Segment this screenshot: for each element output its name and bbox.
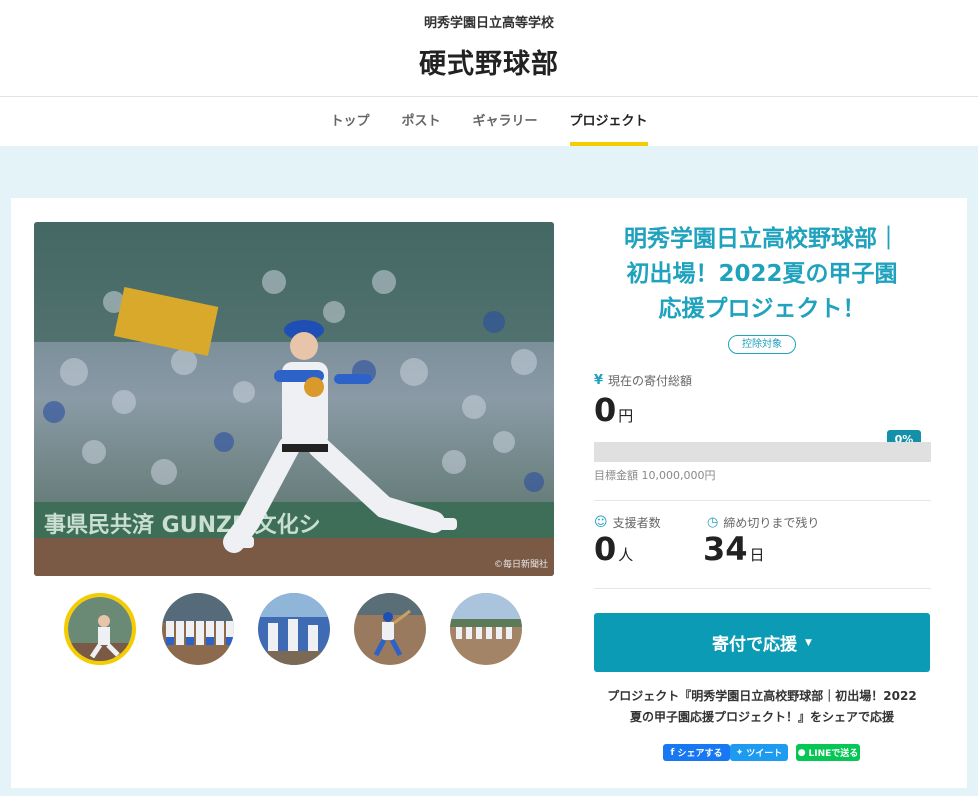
amount-unit: 円 <box>618 407 634 425</box>
target-amount: 目標金額 10,000,000円 <box>594 469 716 482</box>
divider <box>594 588 931 589</box>
caret-down-icon: ▼ <box>805 637 812 648</box>
thumbnail-1[interactable] <box>64 593 136 665</box>
facebook-icon: f <box>670 747 675 758</box>
thumbnail-5[interactable] <box>450 593 522 665</box>
tab-post-label: ポスト <box>401 114 441 129</box>
main-photo[interactable]: 事県民共済 GUNZE 文化シ ©毎日新聞社 <box>34 222 554 576</box>
line-icon: ● <box>797 747 806 758</box>
deadline-unit: 日 <box>749 546 765 564</box>
supporters-label: 支援者数 <box>612 516 661 530</box>
photo-thumbnails <box>64 593 534 665</box>
donate-button-label: 寄付で応援 <box>712 635 798 655</box>
deadline-number: 34 <box>703 530 748 568</box>
tab-post[interactable]: ポスト <box>385 98 456 146</box>
thumbnail-3-image <box>258 593 330 665</box>
tab-gallery-label: ギャラリー <box>472 114 538 129</box>
school-name[interactable]: 明秀学園日立高等学校 <box>0 12 978 31</box>
supporters-value: 0人 <box>594 530 633 568</box>
twitter-icon: ✦ <box>735 747 744 758</box>
line-share-button[interactable]: ● LINEで送る <box>796 744 860 761</box>
yen-icon: ¥ <box>594 373 604 388</box>
club-name[interactable]: 硬式野球部 <box>0 42 978 81</box>
clock-icon: ◷ <box>707 515 719 530</box>
thumbnail-3[interactable] <box>258 593 330 665</box>
thumbnail-2-image <box>162 593 234 665</box>
amount-value: 0円 <box>594 391 633 429</box>
deadline-label-row: ◷ 締め切りまで残り <box>707 514 819 531</box>
tab-top-label: トップ <box>330 114 370 129</box>
project-title: 明秀学園日立高校野球部｜ 初出場！2022夏の甲子園 応援プロジェクト！ <box>594 222 930 327</box>
deadline-label: 締め切りまで残り <box>723 516 820 530</box>
amount-label-row: ¥ 現在の寄付総額 <box>594 372 692 389</box>
share-prompt: プロジェクト『明秀学園日立高校野球部｜初出場！2022 夏の甲子園応援プロジェク… <box>594 686 930 728</box>
site-header: 明秀学園日立高等学校 硬式野球部 <box>0 0 978 97</box>
project-title-line-2: 初出場！2022夏の甲子園 <box>626 261 898 287</box>
donate-button[interactable]: 寄付で応援 ▼ <box>594 613 930 672</box>
svg-text:事県民共済 GUNZE 文化シ: 事県民共済 GUNZE 文化シ <box>44 512 321 538</box>
tab-project[interactable]: プロジェクト <box>554 98 664 146</box>
supporters-number: 0 <box>594 530 617 568</box>
pitcher-photo-image: 事県民共済 GUNZE 文化シ <box>34 222 554 576</box>
thumbnail-1-image <box>68 597 132 661</box>
person-icon: ☺ <box>594 515 608 530</box>
tax-deduction-badge: 控除対象 <box>728 335 796 354</box>
thumbnail-4[interactable] <box>354 593 426 665</box>
share-prompt-line-1: プロジェクト『明秀学園日立高校野球部｜初出場！2022 <box>607 689 917 703</box>
divider <box>594 500 931 501</box>
supporters-label-row: ☺ 支援者数 <box>594 514 661 531</box>
project-title-line-3: 応援プロジェクト！ <box>658 296 866 322</box>
facebook-share-label: シェアする <box>677 749 723 759</box>
main-nav: トップ ポスト ギャラリー プロジェクト <box>0 98 978 146</box>
amount-label: 現在の寄付総額 <box>608 374 693 388</box>
twitter-share-button[interactable]: ✦ ツイート <box>730 744 788 761</box>
supporters-unit: 人 <box>618 546 634 564</box>
thumbnail-5-image <box>450 593 522 665</box>
project-title-line-1: 明秀学園日立高校野球部｜ <box>624 226 900 252</box>
thumbnail-4-image <box>354 593 426 665</box>
photo-credit: ©毎日新聞社 <box>493 560 548 570</box>
amount-number: 0 <box>594 391 617 429</box>
deadline-value: 34 日 <box>703 530 765 568</box>
tab-gallery[interactable]: ギャラリー <box>457 98 554 146</box>
share-prompt-line-2: 夏の甲子園応援プロジェクト！』をシェアで応援 <box>629 710 894 724</box>
line-share-label: LINEで送る <box>808 749 859 759</box>
twitter-share-label: ツイート <box>746 749 783 759</box>
thumbnail-2[interactable] <box>162 593 234 665</box>
facebook-share-button[interactable]: f シェアする <box>663 744 730 761</box>
tab-top[interactable]: トップ <box>314 98 385 146</box>
tab-project-label: プロジェクト <box>569 114 648 129</box>
progress-bar <box>594 442 931 462</box>
